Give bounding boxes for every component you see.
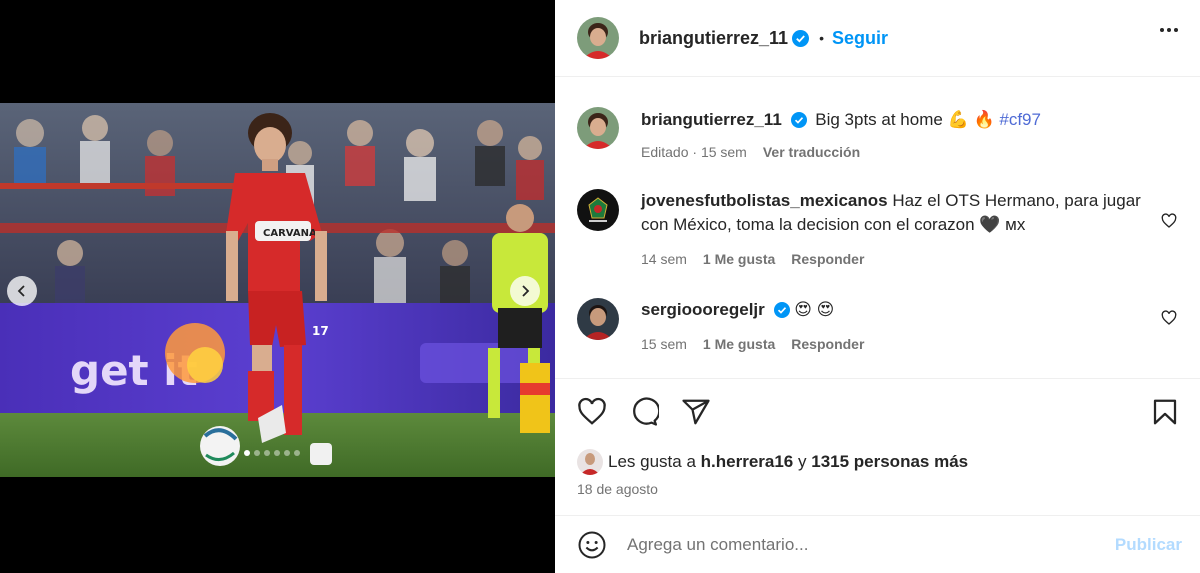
like-comment-heart-icon[interactable] (1161, 213, 1177, 229)
carousel-dot (254, 450, 260, 456)
comment-body: jovenesfutbolistas_mexicanos Haz el OTS … (641, 189, 1161, 271)
jersey-number: 17 (312, 324, 329, 338)
likes-count[interactable]: 1315 personas más (811, 452, 968, 472)
commenter-username[interactable]: sergioooregeljr (641, 300, 765, 319)
likes-prefix: Les gusta a (608, 452, 696, 471)
caption-text: Big 3pts at home (815, 110, 943, 129)
liker-avatar[interactable] (577, 449, 603, 475)
likes-conjunction: y (798, 452, 807, 471)
jersey-sponsor: CARVANA (263, 228, 317, 239)
like-comment-heart-icon[interactable] (1161, 310, 1177, 326)
author-avatar[interactable] (577, 17, 619, 59)
post-actions: Les gusta a h.herrera16 y 1315 personas … (555, 378, 1200, 515)
carousel-dot (244, 450, 250, 456)
likes-summary: Les gusta a h.herrera16 y 1315 personas … (577, 449, 968, 475)
add-comment-bar: Publicar (555, 515, 1200, 573)
carousel-dot (294, 450, 300, 456)
caption-time[interactable]: 15 sem (701, 144, 747, 160)
chevron-left-icon (17, 285, 25, 297)
carousel-prev-button[interactable] (7, 276, 37, 306)
commenter-avatar[interactable] (577, 189, 619, 231)
carousel-dot (264, 450, 270, 456)
smiley-icon[interactable] (577, 530, 607, 560)
caption-username[interactable]: briangutierrez_11 (641, 110, 782, 129)
caption: briangutierrez_11 Big 3pts at home 💪 🔥 #… (577, 107, 1177, 164)
post-details-panel: briangutierrez_11 • Seguir briangutierre… (555, 0, 1200, 573)
comment-item: sergioooregeljr 😍 😍 15 sem 1 Me gusta Re… (577, 298, 1177, 356)
comment-likes[interactable]: 1 Me gusta (703, 332, 775, 356)
verified-badge-icon (790, 112, 807, 128)
hashtag-link[interactable]: #cf97 (999, 110, 1041, 129)
post-photo: get it CARVANA 17 (0, 103, 555, 477)
commenter-avatar[interactable] (577, 298, 619, 340)
speech-bubble-icon[interactable] (629, 397, 659, 427)
carousel-dot (284, 450, 290, 456)
comment-time[interactable]: 14 sem (641, 247, 687, 271)
carousel-next-button[interactable] (510, 276, 540, 306)
comment-text: 😍 😍 (794, 300, 835, 319)
comments-list: briangutierrez_11 Big 3pts at home 💪 🔥 #… (555, 78, 1200, 378)
verified-badge-icon (773, 302, 790, 318)
reply-button[interactable]: Responder (791, 332, 864, 356)
carousel-dot (274, 450, 280, 456)
chevron-right-icon (522, 285, 530, 297)
post-modal: get it CARVANA 17 briangutierrez_11 • Se… (0, 0, 1200, 573)
carousel-indicator (244, 450, 300, 456)
see-translation-button[interactable]: Ver traducción (763, 140, 860, 164)
caption-body: briangutierrez_11 Big 3pts at home 💪 🔥 #… (641, 107, 1161, 164)
bookmark-icon[interactable] (1150, 397, 1180, 427)
verified-badge-icon (792, 29, 810, 47)
header-separator: • (819, 30, 824, 46)
comment-item: jovenesfutbolistas_mexicanos Haz el OTS … (577, 189, 1177, 271)
three-dots-icon (1160, 28, 1164, 32)
media-pane: get it CARVANA 17 (0, 0, 555, 573)
publish-button[interactable]: Publicar (1115, 535, 1182, 555)
commenter-username[interactable]: jovenesfutbolistas_mexicanos (641, 191, 888, 210)
post-header: briangutierrez_11 • Seguir (555, 0, 1200, 77)
comment-body: sergioooregeljr 😍 😍 15 sem 1 Me gusta Re… (641, 298, 1161, 356)
follow-button[interactable]: Seguir (832, 28, 888, 49)
comment-likes[interactable]: 1 Me gusta (703, 247, 775, 271)
post-date[interactable]: 18 de agosto (577, 481, 658, 497)
caption-emojis: 💪 🔥 (947, 110, 995, 129)
paper-plane-icon[interactable] (681, 397, 711, 427)
comment-input[interactable] (627, 534, 1087, 555)
comment-time[interactable]: 15 sem (641, 332, 687, 356)
edited-label: Editado (641, 144, 689, 160)
meta-dot: · (692, 144, 698, 160)
more-options-button[interactable] (1160, 28, 1178, 32)
heart-outline-icon[interactable] (577, 397, 607, 427)
liker-username[interactable]: h.herrera16 (701, 452, 794, 472)
author-username[interactable]: briangutierrez_11 (639, 28, 788, 49)
caption-avatar[interactable] (577, 107, 619, 149)
reply-button[interactable]: Responder (791, 247, 864, 271)
